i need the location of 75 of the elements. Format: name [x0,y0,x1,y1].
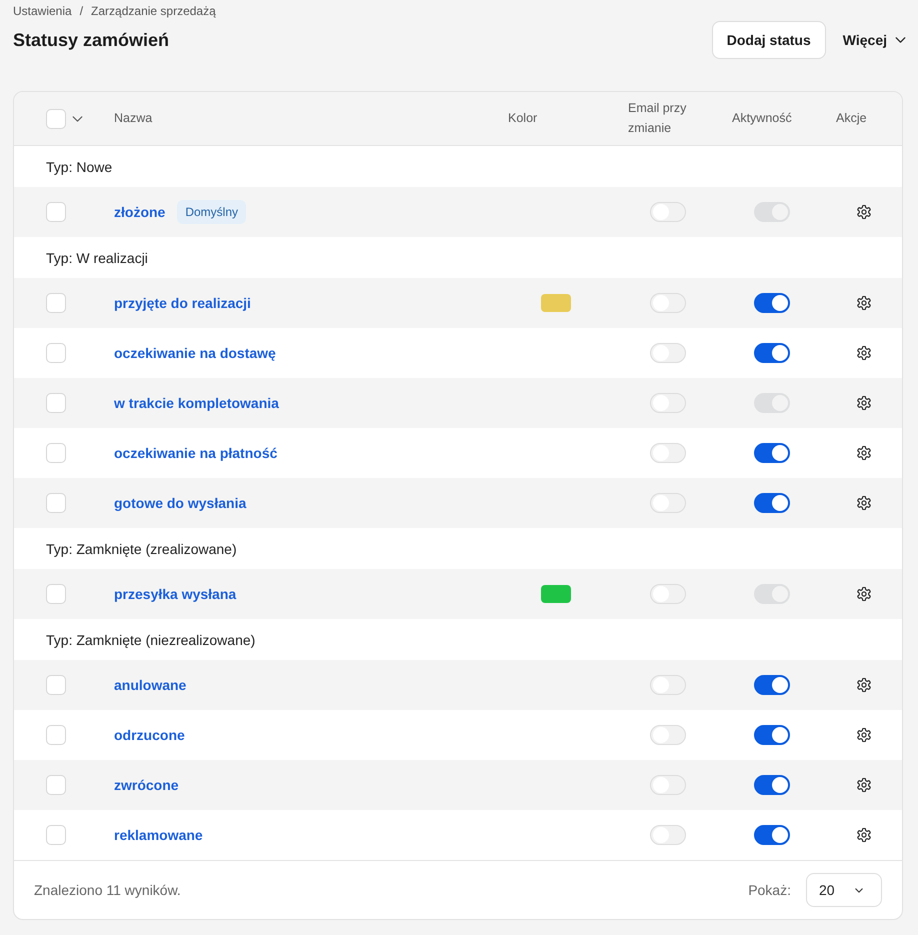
settings-icon[interactable] [857,296,871,310]
group-heading: Typ: Zamknięte (zrealizowane) [46,540,237,556]
activity-toggle[interactable] [754,343,790,363]
row-checkbox[interactable] [46,775,66,795]
settings-icon[interactable] [857,496,871,510]
row-checkbox[interactable] [46,343,66,363]
email-column-header: Email przy zmianie [628,100,688,136]
row-checkbox[interactable] [46,675,66,695]
row-checkbox[interactable] [46,293,66,313]
status-name-link[interactable]: gotowe do wysłania [114,495,246,511]
email-toggle[interactable] [650,393,686,413]
page-title: Statusy zamówień [13,30,170,50]
results-count: Znaleziono 11 wyników. [34,882,181,898]
breadcrumb-separator: / [80,4,84,18]
group-heading: Typ: Nowe [46,158,112,174]
status-name-link[interactable]: zwrócone [114,777,179,793]
activity-toggle[interactable] [754,725,790,745]
row-checkbox[interactable] [46,493,66,513]
settings-icon[interactable] [857,396,871,410]
settings-icon[interactable] [857,205,871,219]
row-checkbox[interactable] [46,443,66,463]
row-checkbox[interactable] [46,584,66,604]
status-name-link[interactable]: oczekiwanie na dostawę [114,345,276,361]
activity-toggle[interactable] [754,293,790,313]
email-toggle[interactable] [650,775,686,795]
email-toggle[interactable] [650,343,686,363]
more-menu-button[interactable]: Więcej [842,32,906,48]
email-toggle[interactable] [650,443,686,463]
status-name-link[interactable]: reklamowane [114,827,203,843]
color-column-header: Kolor [508,110,538,127]
settings-icon[interactable] [857,678,871,692]
settings-icon[interactable] [857,728,871,742]
row-checkbox[interactable] [46,202,66,222]
status-name-link[interactable]: przyjęte do realizacji [114,295,251,311]
row-checkbox[interactable] [46,393,66,413]
email-toggle[interactable] [650,825,686,845]
settings-icon[interactable] [857,778,871,792]
group-heading: Typ: Zamknięte (niezrealizowane) [46,632,256,648]
email-toggle[interactable] [650,675,686,695]
chevron-down-icon [895,37,906,43]
select-all-checkbox[interactable] [46,108,66,128]
breadcrumb-link[interactable]: Ustawienia [13,4,72,18]
activity-toggle[interactable] [754,825,790,845]
page-size-select[interactable]: 20 [806,873,882,907]
status-name-link[interactable]: anulowane [114,677,186,693]
group-heading: Typ: W realizacji [46,250,148,266]
default-badge: Domyślny [177,200,246,224]
activity-toggle[interactable] [754,493,790,513]
activity-column-header: Aktywność [732,110,792,127]
status-name-link[interactable]: w trakcie kompletowania [114,395,279,411]
chevron-down-icon [855,888,863,892]
actions-column-header: Akcje [836,110,867,127]
row-checkbox[interactable] [46,725,66,745]
email-toggle[interactable] [650,584,686,604]
email-toggle[interactable] [650,493,686,513]
add-status-button[interactable]: Dodaj status [712,21,826,59]
status-name-link[interactable]: złożone [114,204,166,220]
status-name-link[interactable]: odrzucone [114,727,185,743]
name-column-header: Nazwa [114,110,152,127]
email-toggle[interactable] [650,293,686,313]
row-checkbox[interactable] [46,825,66,845]
settings-icon[interactable] [857,346,871,360]
page-size-label: Pokaż: [748,882,791,898]
chevron-down-icon[interactable] [72,116,83,122]
settings-icon[interactable] [857,587,871,601]
email-toggle[interactable] [650,725,686,745]
settings-icon[interactable] [857,446,871,460]
settings-icon[interactable] [857,828,871,842]
breadcrumb-current: Zarządzanie sprzedażą [91,4,216,18]
status-name-link[interactable]: oczekiwanie na płatność [114,445,278,461]
activity-toggle[interactable] [754,775,790,795]
activity-toggle[interactable] [754,675,790,695]
status-name-link[interactable]: przesyłka wysłana [114,586,236,602]
activity-toggle[interactable] [754,443,790,463]
email-toggle[interactable] [650,202,686,222]
